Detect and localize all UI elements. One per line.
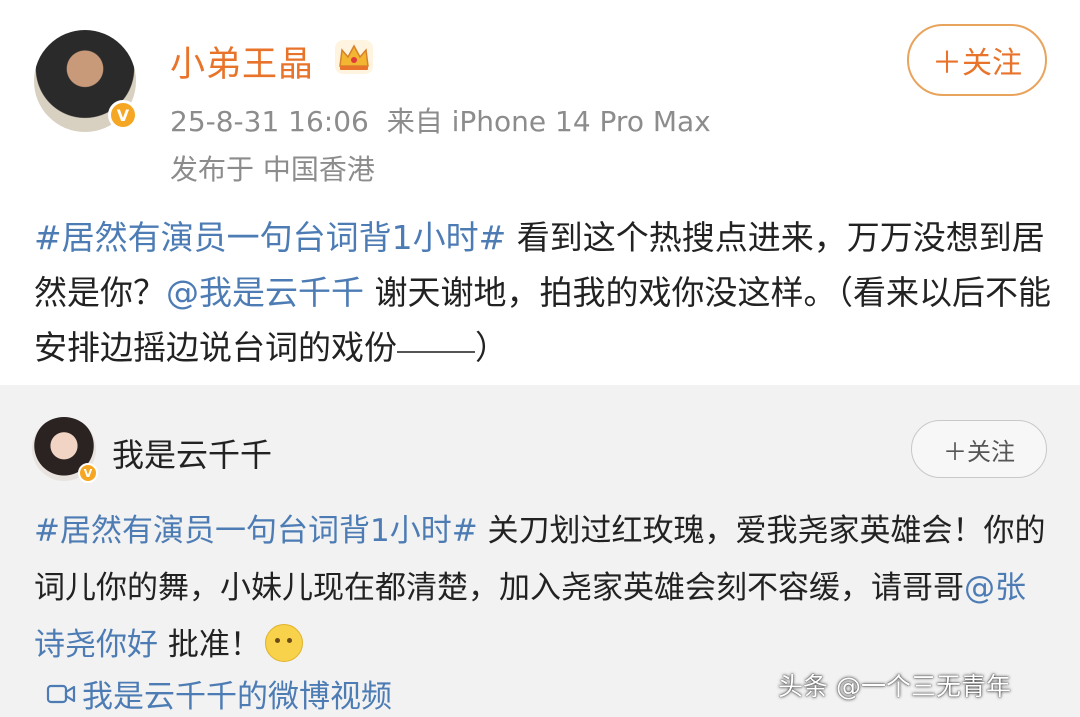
video-camera-icon — [46, 684, 76, 703]
hashtag-link[interactable]: #居然有演员一句台词背1小时# — [34, 513, 478, 549]
post-body: #居然有演员一句台词背1小时# 看到这个热搜点进来，万万没想到居然是你？@我是云… — [34, 210, 1054, 375]
post-source: 来自 iPhone 14 Pro Max — [386, 105, 711, 138]
follow-button[interactable]: ＋关注 — [907, 24, 1047, 96]
video-link[interactable]: 我是云千千的微博视频 — [46, 671, 392, 716]
timestamp: 25-8-31 16:06 — [170, 105, 369, 138]
watermark: 头条 @一个三无青年 — [778, 672, 1011, 701]
hashtag-link[interactable]: #居然有演员一句台词背1小时# — [34, 218, 506, 257]
post-meta: 25-8-31 16:06 来自 iPhone 14 Pro Max — [170, 100, 711, 140]
follow-button[interactable]: ＋关注 — [911, 420, 1047, 478]
verified-icon: V — [78, 463, 98, 483]
main-post: V 小弟王晶 ＋关注 25-8-31 16:06 来自 iPhone 14 Pr… — [0, 0, 1080, 385]
video-link-label[interactable]: 我是云千千的微博视频 — [82, 671, 392, 716]
post-location: 发布于 中国香港 — [170, 153, 375, 186]
repost-text-part: 批准！ — [158, 627, 261, 663]
blank-underline — [397, 351, 475, 353]
avatar[interactable]: V — [34, 30, 138, 132]
emoji-icon — [264, 623, 303, 662]
post-text-end: ） — [475, 328, 508, 367]
repost-body: #居然有演员一句台词背1小时# 关刀划过红玫瑰，爱我尧家英雄会！你的词儿你的舞，… — [34, 503, 1054, 674]
username[interactable]: 我是云千千 — [112, 430, 272, 476]
username[interactable]: 小弟王晶 — [170, 36, 314, 87]
avatar[interactable]: V — [32, 417, 98, 483]
verified-icon: V — [108, 100, 138, 130]
crown-icon — [335, 40, 373, 74]
mention-link[interactable]: @我是云千千 — [166, 273, 364, 312]
